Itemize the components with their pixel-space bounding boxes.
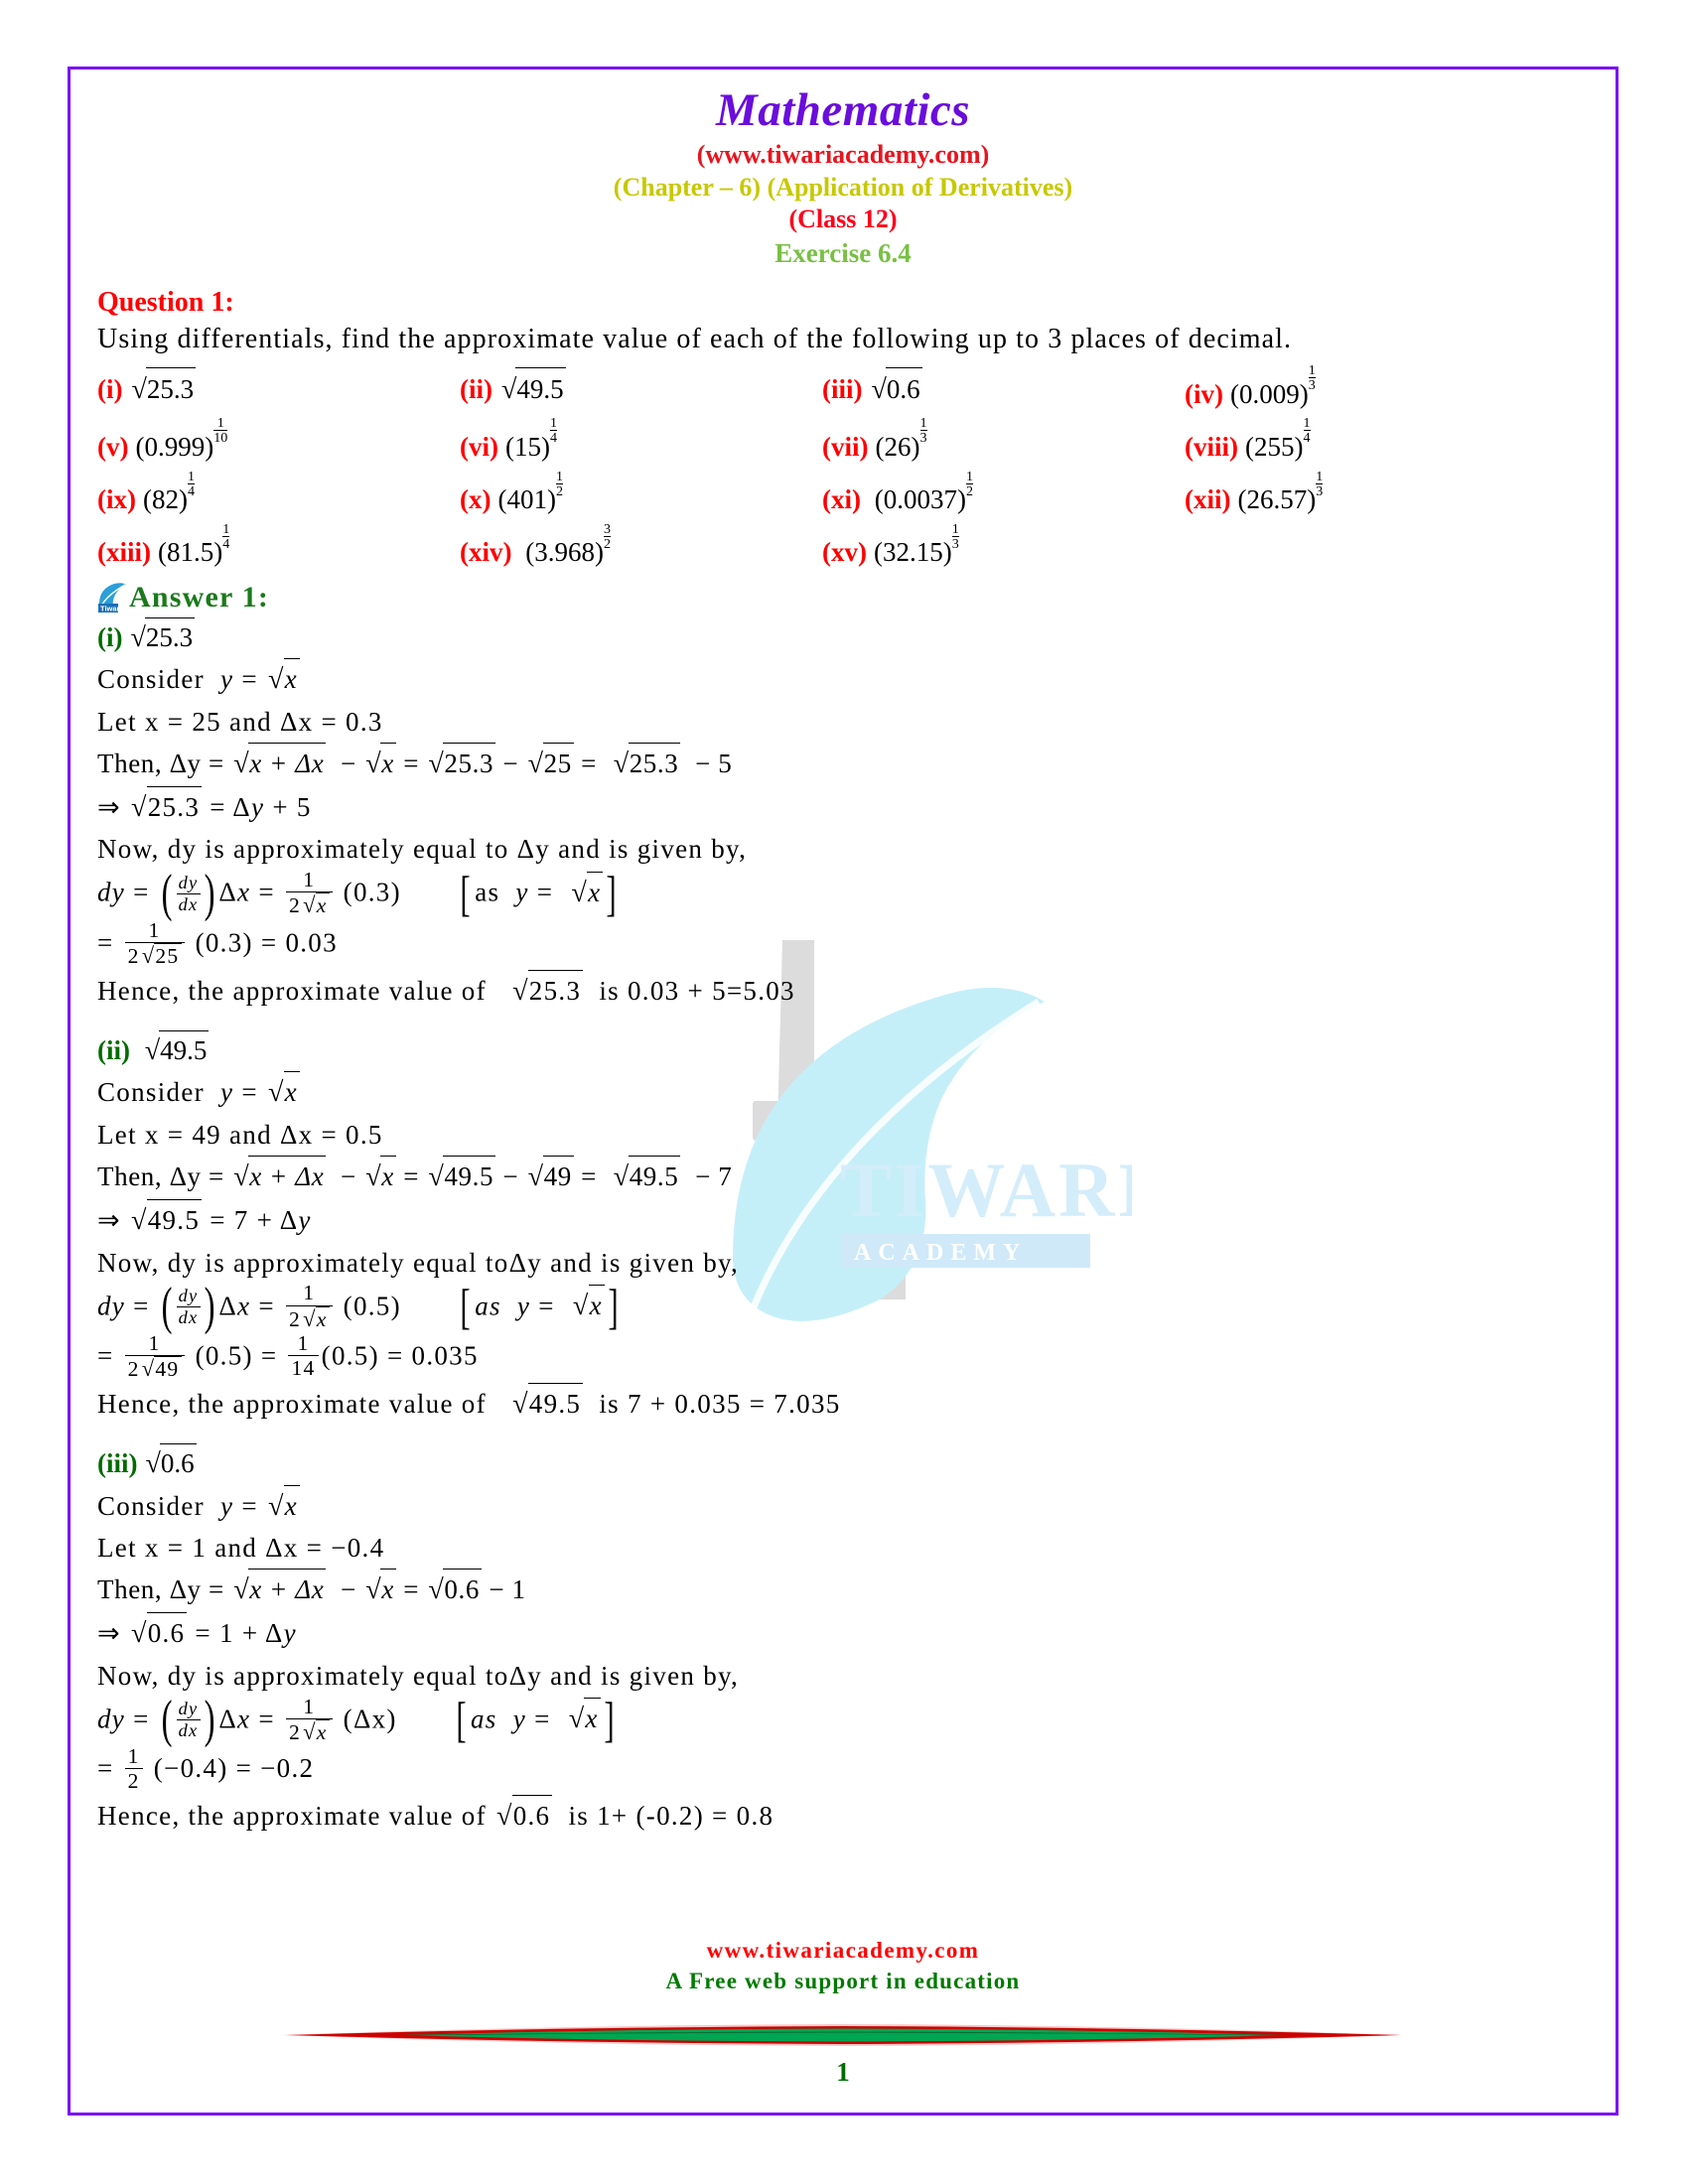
answer-then-line: Then, Δy = √x + Δx − √x = √49.5 − √49 = …: [97, 1156, 1589, 1199]
question-item-expression: √49.5: [499, 366, 566, 405]
question-item: (xv) (32.15) 1 3: [822, 520, 1185, 574]
header-exercise: Exercise 6.4: [774, 237, 912, 268]
question-item-label: (v): [97, 431, 129, 462]
question-item-label: (xii): [1185, 484, 1231, 515]
answer-part-label: (ii): [97, 1034, 130, 1065]
question-item: (iii) √0.6: [822, 366, 1185, 416]
question-items-grid: (i) √25.3 (ii) √49.5 (iii) √0.6 (iv) (0.009)…: [97, 362, 1589, 575]
answer-implies-line: ⇒ √25.3 = Δy + 5: [97, 785, 1589, 830]
question-item: (vii) (26) 1 3: [822, 415, 1185, 469]
question-item-expression: (0.999) 1 10: [135, 415, 228, 462]
answer-eval-line: = 12 (−0.4) = −0.2: [97, 1743, 315, 1794]
svg-text:Tiwari: Tiwari: [100, 605, 122, 614]
answer-let-line: Let x = 1 and Δx = −0.4: [97, 1533, 385, 1564]
question-item-expression: (3.968) 3 2: [525, 520, 611, 568]
question-item-expression: (82) 1 4: [142, 468, 195, 515]
question-item-label: (xv): [822, 537, 867, 568]
answer-dy-line: dy = (dy dx) Δx = 1 2√x (0.3) [as y = √x]: [97, 864, 618, 922]
answer-let-line: Let x = 49 and Δx = 0.5: [97, 1120, 383, 1151]
footer-tagline: A Free web support in education: [665, 1968, 1021, 1993]
question-item-label: (xiv): [460, 537, 512, 568]
answer-implies-line: ⇒ √49.5 = 7 + Δy: [97, 1198, 1589, 1243]
answer-part-heading: (iii) √0.6: [97, 1442, 1589, 1485]
question-item-label: (xi): [822, 484, 861, 515]
answer-implies-line: ⇒ √0.6 = 1 + Δy: [97, 1611, 1589, 1656]
answer-part-expression: √0.6: [144, 1442, 197, 1485]
document-body: Question 1: Using differentials, find th…: [68, 271, 1618, 1839]
question-item: (x) (401) 1 2: [460, 468, 822, 521]
document-footer: www.tiwariacademy.com A Free web support…: [68, 1935, 1618, 2116]
tiwari-leaf-icon: Tiwari: [97, 582, 128, 614]
answer-now-line: Now, dy is approximately equal toΔy and …: [97, 1247, 740, 1278]
question-item-label: (iii): [822, 373, 863, 404]
question-item-expression: (26) 1 3: [875, 415, 927, 462]
answer-eval-line: = 1 2√49 (0.5) = 1 14 (0.5) = 0.035: [97, 1330, 479, 1381]
answer-consider-line: Consider y = √x: [97, 658, 1589, 702]
question-item: (i) √25.3: [97, 366, 460, 416]
answer-part-label: (i): [97, 621, 123, 652]
page-number: 1: [836, 2057, 850, 2087]
question-item-label: (vii): [822, 431, 869, 462]
answer-eval-line: = 1 2√25 (0.3) = 0.03: [97, 917, 338, 968]
question-item: (xiv) (3.968) 3 2: [460, 520, 822, 574]
question-item: (viii) (255) 1 4: [1185, 415, 1547, 469]
answer-part-label: (iii): [97, 1447, 138, 1478]
answer-let-line: Let x = 25 and Δx = 0.3: [97, 707, 383, 737]
answer-consider-line: Consider y = √x: [97, 1071, 1589, 1115]
page-content-area: TIWARI ACADEMY Mathematics (www.tiwariac…: [68, 67, 1618, 2116]
question-item-label: (iv): [1185, 378, 1223, 409]
question-item-label: (x): [460, 484, 492, 515]
document-header: Mathematics (www.tiwariacademy.com) (Cha…: [68, 67, 1618, 271]
question-item-label: (ix): [97, 484, 136, 515]
answer-hence-line: Hence, the approximate value of √49.5 is…: [97, 1383, 1589, 1427]
question-item: (iv) (0.009) 1 3: [1185, 362, 1547, 416]
answer-part-expression: √49.5: [143, 1029, 210, 1072]
question-text: Using differentials, find the approximat…: [97, 323, 1293, 354]
answer-part-heading: (ii) √49.5: [97, 1029, 1589, 1072]
question-item: (xi) (0.0037) 1 2: [822, 468, 1185, 521]
question-item: (xiii) (81.5) 1 4: [97, 520, 460, 574]
question-item-expression: (0.009) 1 3: [1229, 362, 1316, 409]
answer-now-line: Now, dy is approximately equal to Δy and…: [97, 834, 748, 865]
question-item-expression: (255) 1 4: [1245, 415, 1311, 462]
answer-then-line: Then, Δy = √x + Δx − √x = √25.3 − √25 = …: [97, 743, 1589, 786]
header-site-url: (www.tiwariacademy.com): [696, 140, 990, 170]
header-chapter: (Chapter – 6) (Application of Derivative…: [613, 172, 1073, 202]
answer-consider-line: Consider y = √x: [97, 1484, 1589, 1529]
question-heading: Question 1:: [97, 286, 234, 318]
question-item-expression: (0.0037) 1 2: [874, 468, 973, 515]
question-item-expression: (15) 1 4: [504, 415, 557, 462]
question-item: (xii) (26.57) 1 3: [1185, 468, 1547, 521]
question-item: (ii) √49.5: [460, 366, 822, 416]
answer-hence-line: Hence, the approximate value of √0.6 is …: [97, 1795, 1589, 1839]
question-item-label: (i): [97, 373, 123, 404]
question-item-label: (vi): [460, 431, 498, 462]
answer-heading-row: Tiwari Answer 1:: [97, 581, 1589, 614]
answer-dy-line: dy = (dy dx) Δx = 1 2√x (Δx) [as y = √x]: [97, 1690, 616, 1748]
answer-then-line: Then, Δy = √x + Δx − √x = √0.6 − 1: [97, 1569, 1589, 1612]
header-class: (Class 12): [788, 205, 898, 234]
answer-part-heading: (i) √25.3: [97, 616, 1589, 659]
page-title: Mathematics: [715, 84, 971, 136]
answer-hence-line: Hence, the approximate value of √25.3 is…: [97, 970, 1589, 1014]
question-item-label: (xiii): [97, 537, 151, 568]
question-item-expression: (26.57) 1 3: [1237, 468, 1324, 515]
question-item-expression: (401) 1 2: [497, 468, 563, 515]
question-item-expression: √25.3: [129, 366, 197, 405]
answer-dy-line: dy = (dy dx) Δx = 1 2√x (0.5) [as y = √x]: [97, 1277, 620, 1335]
question-item: (vi) (15) 1 4: [460, 415, 822, 469]
question-item-label: (ii): [460, 373, 492, 404]
footer-site-url: www.tiwariacademy.com: [706, 1937, 980, 1963]
question-item-expression: (32.15) 1 3: [873, 520, 959, 568]
footer-divider: [68, 2022, 1618, 2053]
answer-part-expression: √25.3: [128, 616, 196, 659]
answer-heading: Answer 1:: [129, 580, 270, 614]
question-item: (ix) (82) 1 4: [97, 468, 460, 521]
question-item: (v) (0.999) 1 10: [97, 415, 460, 469]
question-item-expression: √0.6: [870, 366, 922, 405]
answer-now-line: Now, dy is approximately equal toΔy and …: [97, 1660, 740, 1691]
question-item-label: (viii): [1185, 431, 1238, 462]
question-item-expression: (81.5) 1 4: [158, 520, 230, 568]
